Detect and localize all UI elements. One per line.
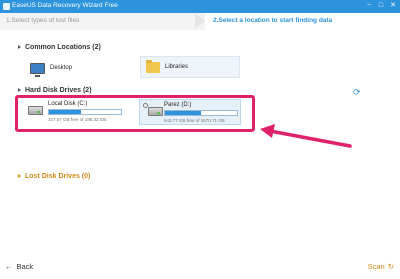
window-controls: − □ ✕ bbox=[365, 2, 397, 10]
scan-label: Scan bbox=[367, 262, 385, 271]
common-locations-header: Common Locations (2) bbox=[18, 44, 101, 51]
folder-icon bbox=[146, 59, 160, 73]
back-arrow-icon: ← bbox=[5, 262, 13, 271]
window-title: EaseUS Data Recovery Wizard Free bbox=[12, 2, 118, 9]
location-label: Desktop bbox=[50, 65, 73, 71]
title-bar: EaseUS Data Recovery Wizard Free − □ ✕ bbox=[0, 0, 400, 13]
location-label: Libraries bbox=[165, 64, 189, 70]
scan-arrow-icon: ↻ bbox=[387, 262, 394, 271]
back-button[interactable]: ← Back bbox=[5, 262, 33, 271]
location-desktop[interactable]: Desktop bbox=[30, 57, 130, 79]
annotation-highlight-box bbox=[15, 95, 255, 132]
lost-disk-drives-header: Lost Disk Drives (0) bbox=[18, 173, 90, 180]
close-icon[interactable]: ✕ bbox=[389, 2, 397, 10]
bottom-bar: ← Back Scan ↻ bbox=[0, 256, 400, 279]
location-libraries[interactable]: Libraries bbox=[140, 56, 240, 78]
step-2: 2.Select a location to start finding dat… bbox=[205, 13, 400, 30]
section-bullet-icon bbox=[18, 88, 21, 93]
back-label: Back bbox=[16, 262, 34, 271]
section-bullet-icon bbox=[18, 174, 21, 179]
step-bar: 1.Select types of lost files 2.Select a … bbox=[0, 13, 400, 30]
step-divider bbox=[195, 13, 205, 29]
step-2-label: 2.Select a location to start finding dat… bbox=[213, 17, 333, 24]
step-1-label: 1.Select types of lost files bbox=[6, 17, 80, 24]
maximize-icon[interactable]: □ bbox=[377, 2, 385, 10]
scan-button[interactable]: Scan ↻ bbox=[368, 262, 394, 271]
desktop-icon bbox=[30, 62, 45, 77]
step-1[interactable]: 1.Select types of lost files bbox=[0, 13, 205, 30]
app-icon bbox=[3, 3, 10, 10]
minimize-icon[interactable]: − bbox=[365, 2, 373, 10]
hard-disk-drives-header: Hard Disk Drives (2) bbox=[18, 87, 92, 94]
annotation-arrow-icon bbox=[260, 124, 352, 148]
section-bullet-icon bbox=[18, 45, 21, 50]
refresh-icon[interactable]: ⟳ bbox=[353, 87, 361, 98]
